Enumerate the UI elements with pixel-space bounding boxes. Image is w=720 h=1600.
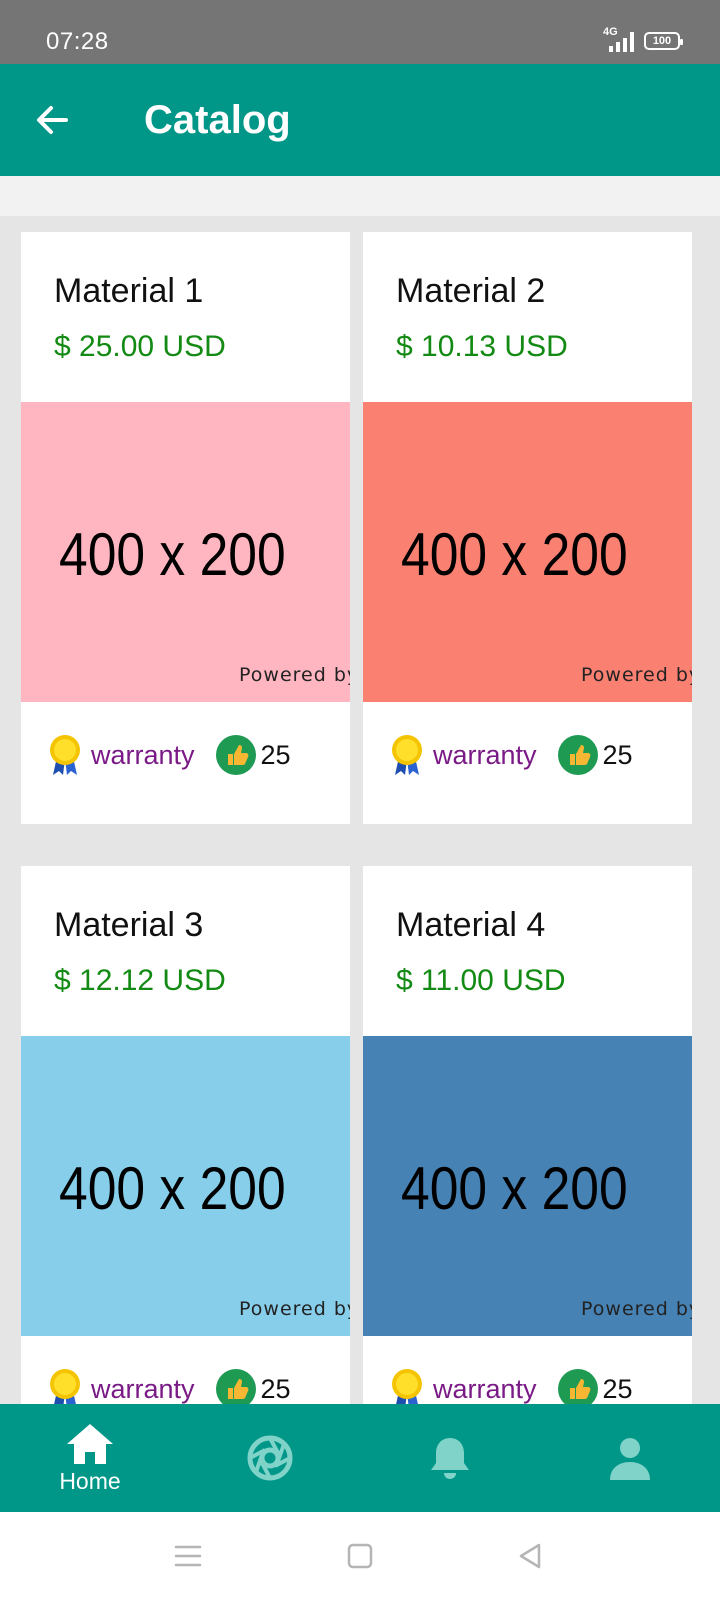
product-card-1[interactable]: Material 1 $ 25.00 USD 400 x 200 Powered… (21, 232, 350, 824)
image-placeholder-text: 400 x 200 (59, 1155, 286, 1222)
warranty-label: warranty (91, 739, 195, 770)
system-menu-button[interactable] (168, 1536, 208, 1576)
image-powered-text: Powered by (581, 1298, 692, 1320)
status-icons: 4G 100 (603, 26, 683, 52)
product-image[interactable]: 400 x 200 Powered by (21, 402, 350, 702)
product-name: Material 1 (54, 272, 204, 310)
image-placeholder-text: 400 x 200 (401, 521, 628, 588)
likes-count: 25 (602, 1373, 633, 1404)
back-button[interactable] (22, 90, 82, 150)
menu-icon (174, 1545, 202, 1567)
person-icon (610, 1438, 650, 1480)
image-placeholder-text: 400 x 200 (401, 1155, 628, 1222)
nav-profile[interactable] (540, 1404, 720, 1512)
product-price: $ 25.00 USD (54, 330, 226, 363)
content-top-band (0, 176, 720, 216)
image-powered-text: Powered by (239, 664, 350, 686)
nav-camera[interactable] (180, 1404, 360, 1512)
battery-icon: 100 (644, 32, 683, 50)
image-powered-text: Powered by (581, 664, 692, 686)
app-bar: Catalog (0, 64, 720, 176)
home-icon (67, 1423, 113, 1464)
likes-count: 25 (260, 739, 291, 770)
nav-home[interactable]: Home (0, 1404, 180, 1512)
likes-count: 25 (602, 739, 633, 770)
warranty-medal-icon (392, 735, 422, 775)
page-title: Catalog (144, 98, 291, 142)
product-image[interactable]: 400 x 200 Powered by (363, 1036, 692, 1336)
signal-icon: 4G (603, 26, 634, 52)
product-price: $ 10.13 USD (396, 330, 568, 363)
product-price: $ 12.12 USD (54, 964, 226, 997)
triangle-back-icon (519, 1543, 541, 1569)
product-name: Material 3 (54, 906, 204, 944)
thumbs-up-icon (557, 735, 598, 775)
system-home-button[interactable] (340, 1536, 380, 1576)
product-image[interactable]: 400 x 200 Powered by (363, 402, 692, 702)
thumbs-up-icon (215, 735, 256, 775)
product-meta: warranty 25 (389, 1364, 633, 1404)
warranty-label: warranty (433, 1373, 537, 1404)
network-type: 4G (603, 26, 618, 38)
status-time: 07:28 (46, 28, 109, 55)
product-grid: Material 1 $ 25.00 USD 400 x 200 Powered… (21, 232, 699, 1404)
likes[interactable]: 25 (215, 734, 291, 776)
likes[interactable]: 25 (215, 1368, 291, 1404)
product-card-4[interactable]: Material 4 $ 11.00 USD 400 x 200 Powered… (363, 866, 692, 1404)
thumbs-up-icon (557, 1369, 598, 1404)
warranty-label: warranty (91, 1373, 195, 1404)
image-powered-text: Powered by (239, 1298, 350, 1320)
image-placeholder-text: 400 x 200 (59, 521, 286, 588)
warranty-medal-icon (392, 1369, 422, 1404)
product-meta: warranty 25 (47, 1364, 291, 1404)
product-name: Material 2 (396, 272, 546, 310)
bell-icon (431, 1438, 469, 1479)
arrow-back-icon (37, 106, 68, 134)
likes[interactable]: 25 (557, 734, 633, 776)
thumbs-up-icon (215, 1369, 256, 1404)
likes-count: 25 (260, 1373, 291, 1404)
product-name: Material 4 (396, 906, 546, 944)
system-nav-bar (0, 1512, 720, 1600)
camera-shutter-icon (247, 1435, 293, 1481)
warranty-medal-icon (50, 735, 80, 775)
system-back-button[interactable] (510, 1536, 550, 1576)
product-card-2[interactable]: Material 2 $ 10.13 USD 400 x 200 Powered… (363, 232, 692, 824)
bottom-nav: Home (0, 1404, 720, 1512)
battery-level: 100 (652, 35, 672, 47)
product-meta: warranty 25 (47, 730, 291, 780)
warranty-medal-icon (50, 1369, 80, 1404)
status-bar: 07:28 4G 100 (0, 0, 720, 64)
likes[interactable]: 25 (557, 1368, 633, 1404)
square-icon (347, 1543, 373, 1569)
product-image[interactable]: 400 x 200 Powered by (21, 1036, 350, 1336)
nav-home-label: Home (59, 1467, 121, 1494)
product-price: $ 11.00 USD (396, 964, 566, 997)
product-card-3[interactable]: Material 3 $ 12.12 USD 400 x 200 Powered… (21, 866, 350, 1404)
warranty-label: warranty (433, 739, 537, 770)
nav-notifications[interactable] (360, 1404, 540, 1512)
product-meta: warranty 25 (389, 730, 633, 780)
